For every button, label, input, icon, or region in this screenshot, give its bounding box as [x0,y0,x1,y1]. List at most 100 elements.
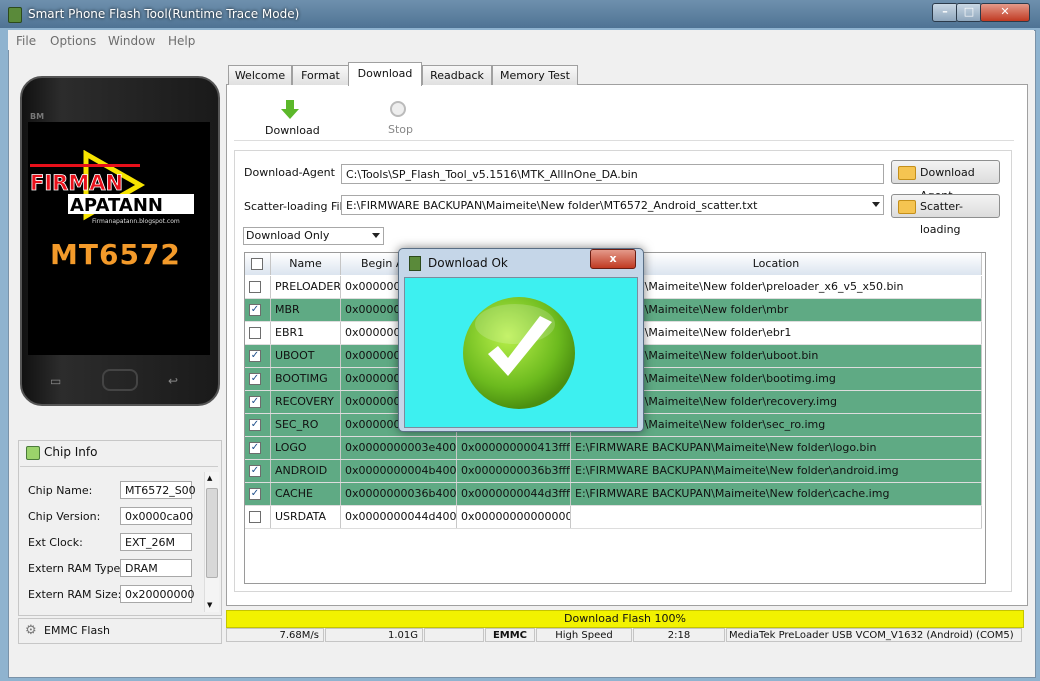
dialog-close-button[interactable]: x [590,249,636,269]
logo-site: Firmanapatann.blogspot.com [92,218,180,225]
table-row[interactable]: ✓ LOGO0x0000000003e400000x000000000413fff… [245,437,982,460]
phone-back-key-icon: ↩ [168,374,179,388]
cell-location: E:\FIRMWARE BACKUPAN\Maimeite\New folder… [571,437,982,459]
divider [20,466,218,467]
table-row[interactable]: ✓ ANDROID0x0000000004b400000x0000000036b3… [245,460,982,483]
chip-version-label: Chip Version: [28,510,101,523]
cell-end: 0x0000000036b3ffff [457,460,571,482]
tab-welcome[interactable]: Welcome [228,65,292,85]
tab-format[interactable]: Format [292,65,349,85]
cell-begin: 0x0000000036b40000 [341,483,457,505]
table-row[interactable]: USRDATA0x0000000044d400000x0000000000000… [245,506,982,529]
cell-name: USRDATA [271,506,341,528]
row-checkbox[interactable]: ✓ [249,442,261,454]
cell-begin: 0x0000000004b40000 [341,460,457,482]
cell-name: SEC_RO [271,414,341,436]
row-checkbox-cell: ✓ [245,391,271,413]
download-arrow-icon[interactable] [280,99,300,121]
status-storage: EMMC [485,628,535,642]
chip-version-field[interactable]: 0x0000ca00 [120,507,193,525]
download-mode-select[interactable]: Download Only [243,227,384,245]
stop-button[interactable]: Stop [388,123,413,136]
scatter-file-select[interactable]: E:\FIRMWARE BACKUPAN\Maimeite\New folder… [341,195,884,215]
row-checkbox[interactable]: ✓ [249,419,261,431]
emmc-flash-label: EMMC Flash [44,624,110,637]
tab-readback[interactable]: Readback [422,65,492,85]
row-checkbox-cell: ✓ [245,483,271,505]
cell-end: 0x0000000000000000 [457,506,571,528]
ram-size-field[interactable]: 0x20000000 [120,585,195,603]
scroll-up-icon[interactable]: ▲ [207,474,212,482]
logo-text-top: FIRMAN [30,171,123,195]
download-agent-label: Download-Agent [244,166,335,179]
header-checkbox-cell [245,253,271,275]
tab-memory-test[interactable]: Memory Test [492,65,578,85]
chip-info-title: Chip Info [44,445,98,459]
check-success-icon [463,297,575,409]
app-icon [8,7,22,23]
folder-icon [898,166,916,180]
phone-menu-key-icon: ▭ [50,374,62,388]
ram-type-field[interactable]: DRAM [120,559,192,577]
row-checkbox[interactable] [249,281,261,293]
close-button[interactable]: ✕ [980,3,1030,22]
row-checkbox[interactable]: ✓ [249,373,261,385]
window-title: Smart Phone Flash Tool(Runtime Trace Mod… [28,7,300,21]
cell-location [571,506,982,528]
row-checkbox[interactable]: ✓ [249,396,261,408]
download-button[interactable]: Download [265,124,320,137]
row-checkbox-cell [245,276,271,298]
cell-end: 0x0000000044d3ffff [457,483,571,505]
row-checkbox[interactable]: ✓ [249,465,261,477]
folder-icon [898,200,916,214]
status-size: 1.01G [325,628,423,642]
row-checkbox-cell [245,506,271,528]
column-header-name[interactable]: Name [271,253,341,275]
cell-name: LOGO [271,437,341,459]
ext-clock-field[interactable]: EXT_26M [120,533,192,551]
cell-name: CACHE [271,483,341,505]
phone-brand: BM [30,112,45,121]
menu-options[interactable]: Options [50,34,96,48]
cell-location: E:\FIRMWARE BACKUPAN\Maimeite\New folder… [571,483,982,505]
scatter-file-value: E:\FIRMWARE BACKUPAN\Maimeite\New folder… [346,199,758,212]
menu-help[interactable]: Help [168,34,195,48]
maximize-button[interactable]: □ [956,3,982,22]
logo-text-bottom: APATANN [70,195,163,216]
scatter-loading-button-label: Scatter-loading [920,200,963,236]
download-progress-bar: Download Flash 100% [226,610,1024,628]
tab-download[interactable]: Download [348,62,422,86]
download-agent-button[interactable]: Download Agent [891,160,1000,202]
cell-name: UBOOT [271,345,341,367]
row-checkbox[interactable]: ✓ [249,488,261,500]
row-checkbox[interactable]: ✓ [249,304,261,316]
chip-info-icon [26,446,40,460]
row-checkbox[interactable]: ✓ [249,350,261,362]
cell-end: 0x000000000413ffff [457,437,571,459]
brand-logo: FIRMAN APATANN Firmanapatann.blogspot.co… [30,150,194,225]
row-checkbox[interactable] [249,511,261,523]
chip-name-field[interactable]: MT6572_S00 [120,481,196,499]
dialog-title: Download Ok [428,256,508,270]
chevron-down-icon [872,202,880,207]
row-checkbox-cell: ✓ [245,437,271,459]
ram-type-label: Extern RAM Type: [28,562,125,575]
cell-name: RECOVERY [271,391,341,413]
cell-name: BOOTIMG [271,368,341,390]
select-all-checkbox[interactable] [251,258,263,270]
ram-size-label: Extern RAM Size: [28,588,122,601]
row-checkbox[interactable] [249,327,261,339]
chip-info-scroll-thumb[interactable] [206,488,218,578]
menu-file[interactable]: File [16,34,36,48]
row-checkbox-cell: ✓ [245,345,271,367]
scatter-loading-button[interactable]: Scatter-loading [891,194,1000,236]
minimize-button[interactable]: – [932,3,958,22]
ext-clock-label: Ext Clock: [28,536,83,549]
status-empty [424,628,484,642]
stop-icon[interactable] [390,101,406,117]
table-row[interactable]: ✓ CACHE0x0000000036b400000x0000000044d3ff… [245,483,982,506]
scroll-down-icon[interactable]: ▼ [207,601,212,609]
menu-window[interactable]: Window [108,34,155,48]
cell-begin: 0x0000000003e40000 [341,437,457,459]
download-agent-field[interactable]: C:\Tools\SP_Flash_Tool_v5.1516\MTK_AllIn… [341,164,884,184]
